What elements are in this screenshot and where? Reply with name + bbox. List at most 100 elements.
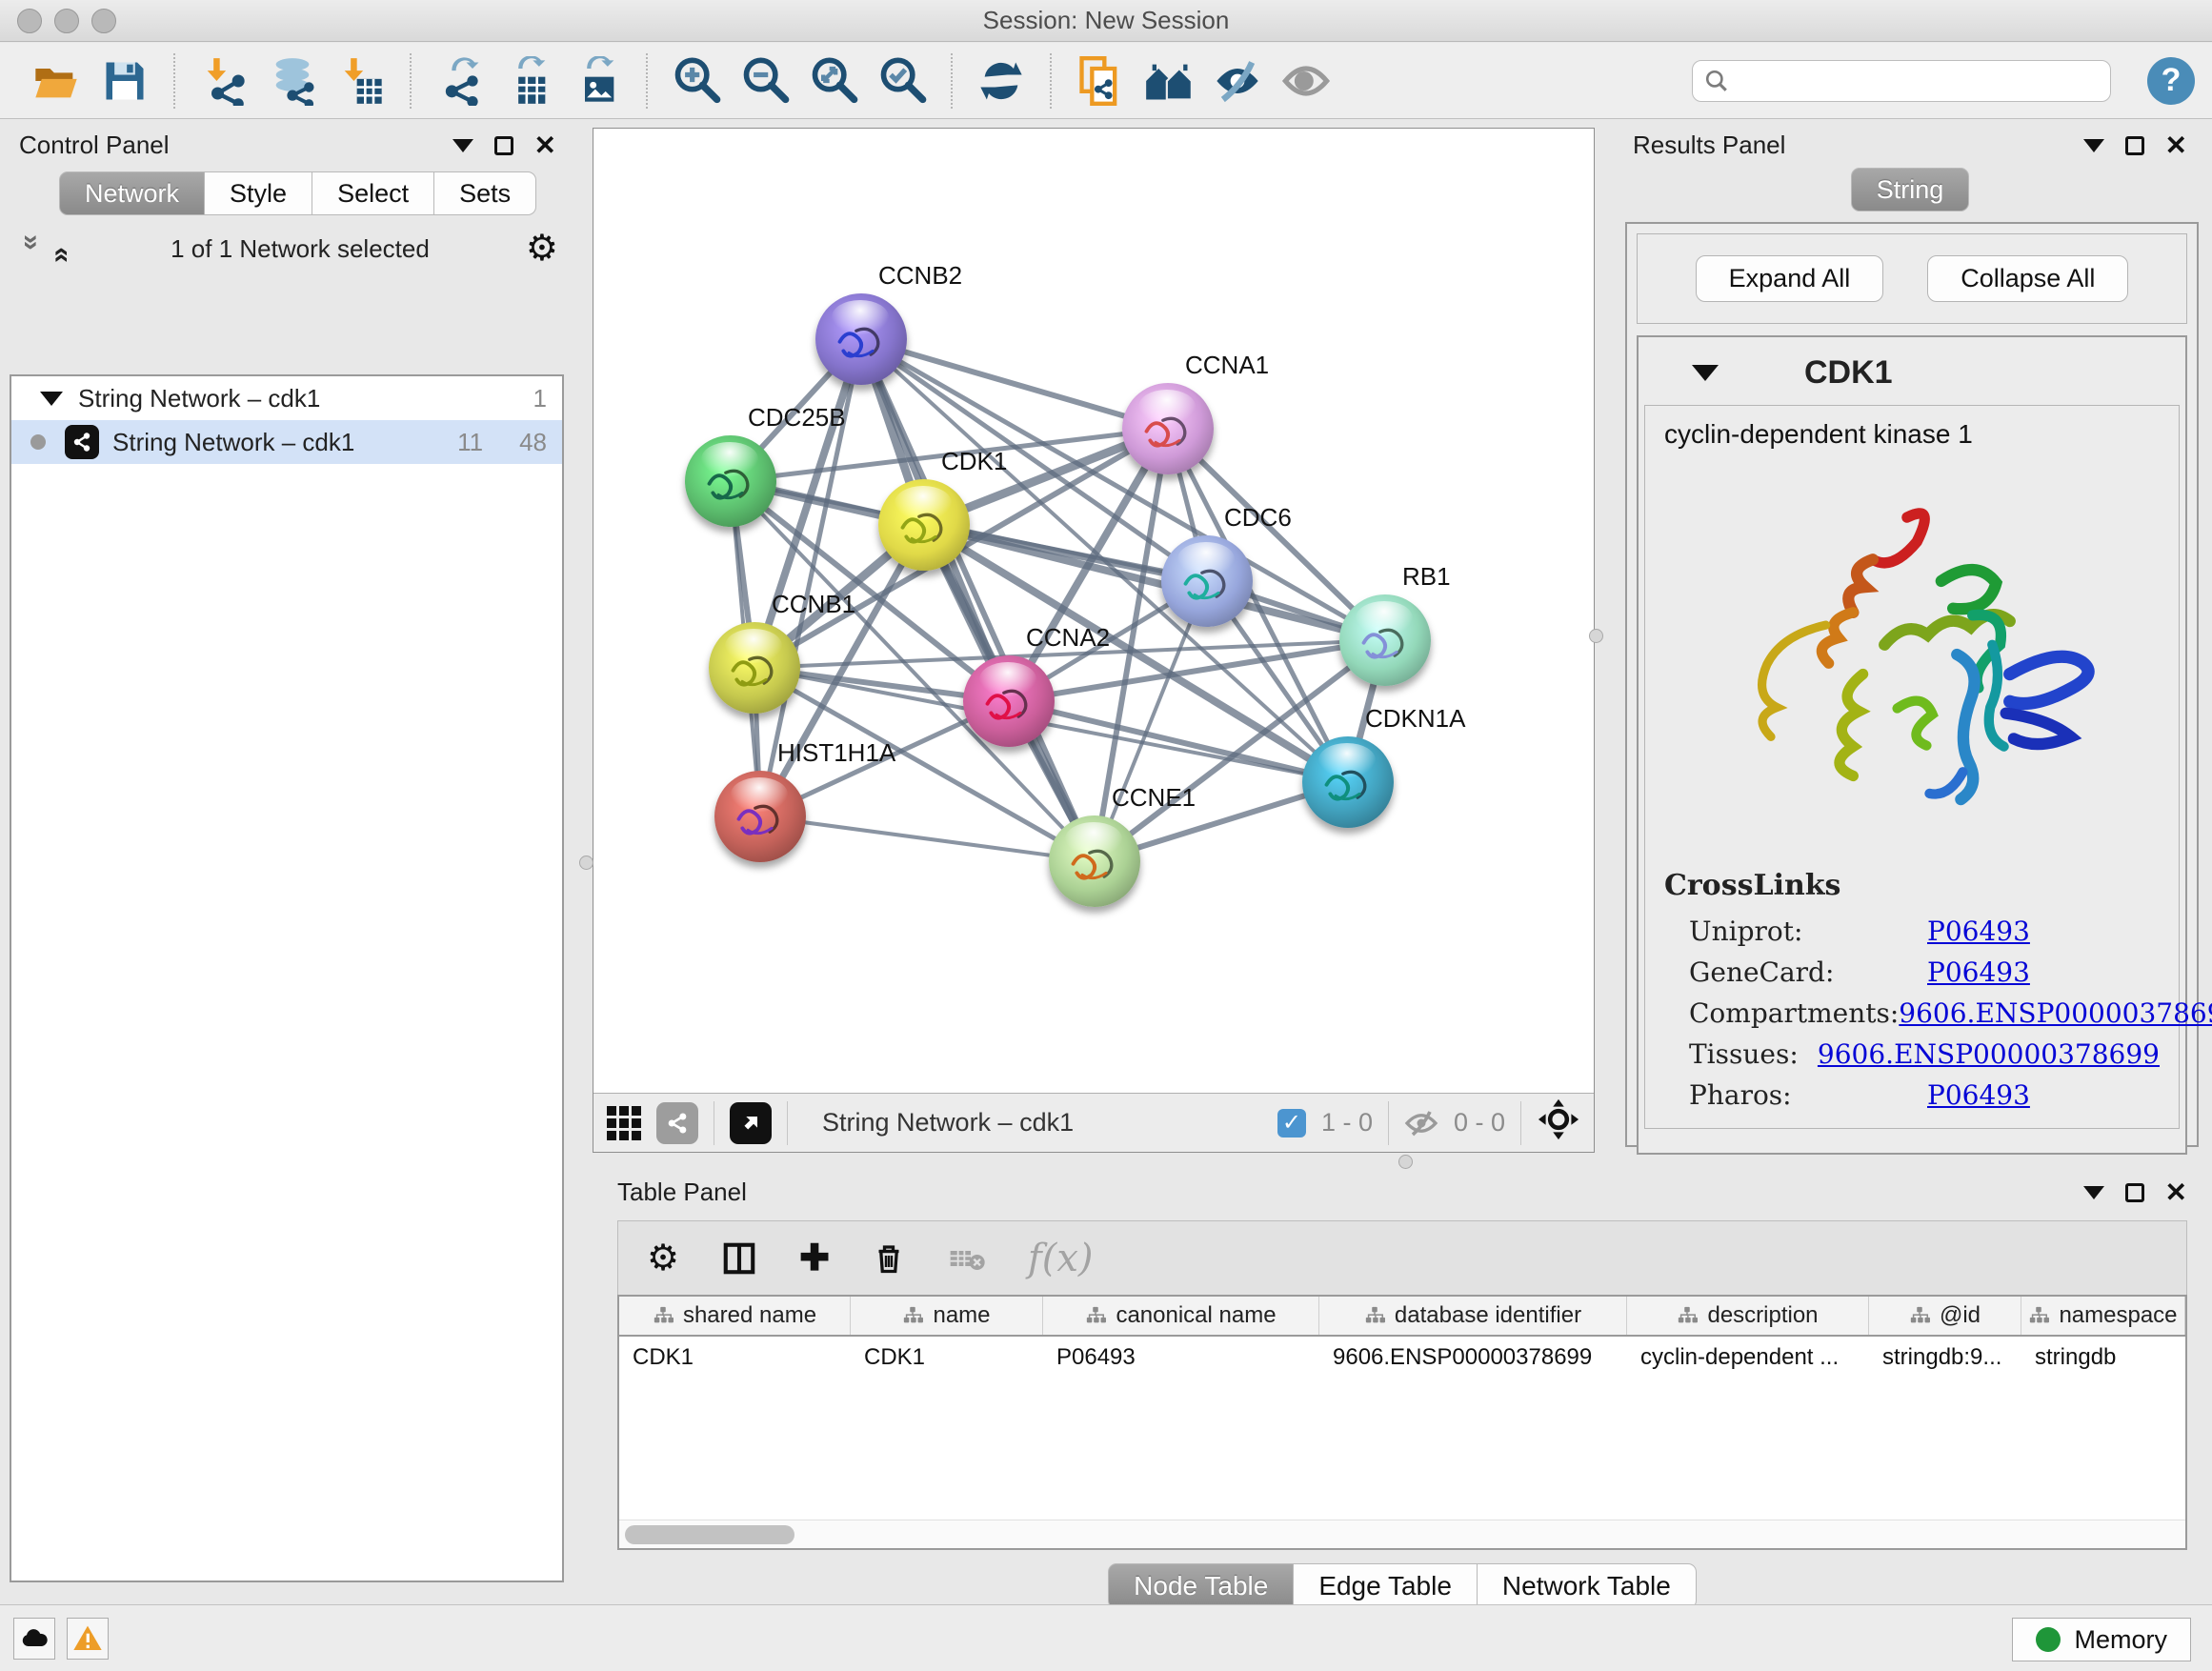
panel-close-icon[interactable]: ✕ [534, 132, 556, 159]
node-ccne1[interactable] [1049, 815, 1140, 907]
gene-section-header[interactable]: CDK1 [1639, 337, 2185, 405]
collapse-all-button[interactable]: Collapse All [1927, 255, 2128, 302]
collapse-gene-icon[interactable] [1692, 365, 1719, 381]
bottom-splitter-handle[interactable] [1398, 1155, 1413, 1169]
collapse-collection-icon[interactable] [40, 392, 63, 406]
warnings-button[interactable] [67, 1618, 109, 1660]
column-header-sharedname[interactable]: shared name [619, 1297, 851, 1335]
column-header-name[interactable]: name [851, 1297, 1043, 1335]
tab-edge-table[interactable]: Edge Table [1294, 1563, 1478, 1609]
node-ccnb2[interactable] [815, 293, 907, 385]
cell-canonicalname[interactable]: P06493 [1043, 1337, 1319, 1379]
cell-name[interactable]: CDK1 [851, 1337, 1043, 1379]
delete-column-trash-icon[interactable] [872, 1241, 906, 1276]
pan-crosshair-icon[interactable] [1537, 1097, 1580, 1148]
tab-network[interactable]: Network [59, 171, 205, 215]
results-close-icon[interactable]: ✕ [2165, 132, 2187, 159]
node-cdkn1a[interactable] [1302, 736, 1394, 828]
zoom-out-button[interactable] [737, 53, 793, 109]
search-box[interactable] [1692, 60, 2111, 102]
crosslink-link[interactable]: P06493 [1927, 916, 2030, 947]
grid-view-icon[interactable] [607, 1106, 641, 1140]
node-ccna2[interactable] [963, 655, 1055, 747]
node-cdc6[interactable] [1161, 535, 1253, 627]
results-menu-icon[interactable] [2083, 139, 2104, 152]
add-column-icon[interactable]: ✚ [799, 1237, 830, 1279]
show-hidden-button[interactable] [1278, 53, 1334, 109]
column-header-databaseidentifier[interactable]: database identifier [1319, 1297, 1627, 1335]
import-network-button[interactable] [196, 53, 251, 109]
save-session-button[interactable] [97, 53, 152, 109]
tab-string[interactable]: String [1851, 168, 1970, 211]
node-cdk1[interactable] [878, 479, 970, 571]
cell-databaseidentifier[interactable]: 9606.ENSP00000378699 [1319, 1337, 1627, 1379]
crosslink-link[interactable]: P06493 [1927, 956, 2030, 988]
node-rb1[interactable] [1339, 594, 1431, 686]
show-columns-icon[interactable] [721, 1240, 757, 1277]
copy-style-button[interactable] [1073, 53, 1128, 109]
tab-select[interactable]: Select [312, 171, 434, 215]
panel-float-icon[interactable] [494, 136, 513, 155]
node-cdc25b[interactable] [685, 435, 776, 527]
network-canvas[interactable]: CCNB2 CCNA1 CDC25B CDK1 CDC6 RB1 CCNB1 C… [593, 129, 1594, 1093]
node-hist1h1a[interactable] [714, 771, 806, 862]
node-ccna1[interactable] [1122, 383, 1214, 474]
help-button[interactable]: ? [2147, 57, 2195, 105]
minimize-window-button[interactable] [54, 9, 79, 33]
search-input[interactable] [1737, 68, 2089, 94]
export-table-button[interactable] [501, 53, 556, 109]
right-splitter-handle[interactable] [1589, 629, 1603, 643]
open-session-button[interactable] [29, 53, 84, 109]
refresh-button[interactable] [974, 53, 1029, 109]
cell-description[interactable]: cyclin-dependent ... [1627, 1337, 1869, 1379]
column-header-id[interactable]: @id [1869, 1297, 2021, 1335]
table-horizontal-scrollbar[interactable] [619, 1520, 2185, 1548]
export-image-button[interactable] [570, 53, 625, 109]
birds-eye-view-icon[interactable] [730, 1102, 772, 1144]
network-options-gear-icon[interactable]: ⚙ [526, 231, 558, 267]
import-network-from-database-button[interactable] [265, 53, 320, 109]
crosslink-link[interactable]: P06493 [1927, 1079, 2030, 1111]
scrollbar-thumb[interactable] [625, 1525, 794, 1544]
close-window-button[interactable] [17, 9, 42, 33]
export-network-button[interactable] [432, 53, 488, 109]
cloud-status-button[interactable] [13, 1618, 55, 1660]
zoom-in-button[interactable] [669, 53, 724, 109]
import-table-button[interactable] [333, 53, 389, 109]
table-menu-icon[interactable] [2083, 1186, 2104, 1199]
cell-namespace[interactable]: stringdb [2021, 1337, 2185, 1379]
tab-node-table[interactable]: Node Table [1108, 1563, 1294, 1609]
collapse-all-tree-icon[interactable]: » [44, 234, 76, 263]
node-ccnb1[interactable] [709, 622, 800, 714]
network-row[interactable]: String Network – cdk1 1148 [11, 420, 562, 464]
selected-indicator-checkbox[interactable]: ✓ [1277, 1109, 1306, 1137]
tab-network-table[interactable]: Network Table [1478, 1563, 1697, 1609]
expand-all-tree-icon[interactable]: » [15, 234, 48, 263]
memory-button[interactable]: Memory [2012, 1618, 2191, 1661]
maximize-window-button[interactable] [91, 9, 116, 33]
panel-menu-icon[interactable] [452, 139, 473, 152]
network-collection-row[interactable]: String Network – cdk1 1 [11, 376, 562, 420]
hide-selected-button[interactable] [1210, 53, 1265, 109]
cell-id[interactable]: stringdb:9... [1869, 1337, 2021, 1379]
table-row[interactable]: CDK1CDK1P064939606.ENSP00000378699cyclin… [619, 1337, 2185, 1379]
table-options-gear-icon[interactable]: ⚙ [647, 1237, 679, 1279]
expand-all-button[interactable]: Expand All [1696, 255, 1884, 302]
crosslink-link[interactable]: 9606.ENSP00000378699 [1818, 1038, 2160, 1070]
table-close-icon[interactable]: ✕ [2165, 1179, 2187, 1206]
results-float-icon[interactable] [2125, 136, 2144, 155]
show-all-button[interactable] [1141, 53, 1196, 109]
column-header-namespace[interactable]: namespace [2021, 1297, 2185, 1335]
network-view-share-icon[interactable] [656, 1102, 698, 1144]
edge-HIST1H1A-CCNE1[interactable] [760, 816, 1095, 861]
column-header-canonicalname[interactable]: canonical name [1043, 1297, 1319, 1335]
column-header-description[interactable]: description [1627, 1297, 1869, 1335]
cell-sharedname[interactable]: CDK1 [619, 1337, 851, 1379]
tab-sets[interactable]: Sets [434, 171, 536, 215]
left-splitter-handle[interactable] [579, 856, 593, 870]
zoom-fit-button[interactable] [806, 53, 861, 109]
crosslink-link[interactable]: 9606.ENSP00000378699 [1899, 997, 2212, 1029]
table-float-icon[interactable] [2125, 1183, 2144, 1202]
edge-CCNB2-CCNA1[interactable] [861, 339, 1168, 429]
zoom-selected-button[interactable] [875, 53, 930, 109]
